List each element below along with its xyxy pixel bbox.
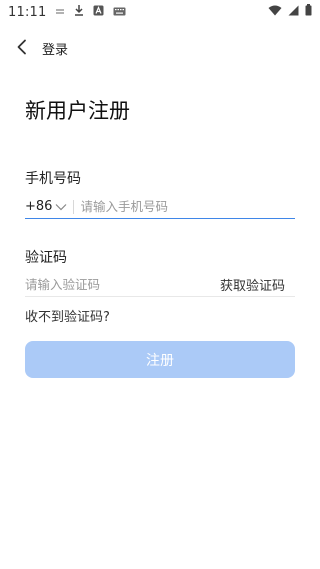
verification-code-label: 验证码 [25, 250, 67, 266]
no-code-link[interactable]: 收不到验证码? [25, 306, 110, 325]
phone-field-row: +86 [25, 195, 295, 219]
chevron-left-icon [17, 39, 26, 55]
verification-code-input[interactable] [25, 277, 220, 292]
phone-input[interactable] [80, 199, 295, 214]
phone-divider [73, 199, 75, 214]
register-button[interactable]: 注册 [25, 341, 295, 378]
top-bar: 登录 [0, 30, 320, 64]
verification-code-row: 获取验证码 [25, 273, 295, 297]
app-a-icon [93, 5, 104, 20]
back-button[interactable] [12, 37, 32, 57]
status-right [268, 4, 312, 20]
get-code-button[interactable]: 获取验证码 [220, 275, 285, 294]
page-title: 新用户注册 [25, 99, 130, 123]
download-icon [74, 4, 84, 20]
status-bar: 11:11 [0, 0, 320, 24]
chevron-down-icon[interactable] [54, 200, 68, 214]
status-left: 11:11 [8, 4, 126, 20]
status-time: 11:11 [8, 4, 47, 20]
phone-label: 手机号码 [25, 171, 81, 187]
notification-dash-icon [55, 5, 65, 20]
country-code[interactable]: +86 [25, 199, 52, 214]
header-login-link[interactable]: 登录 [42, 39, 68, 58]
signal-icon [288, 5, 299, 20]
keyboard-icon [113, 5, 126, 20]
wifi-icon [268, 5, 282, 20]
battery-icon [305, 4, 312, 20]
